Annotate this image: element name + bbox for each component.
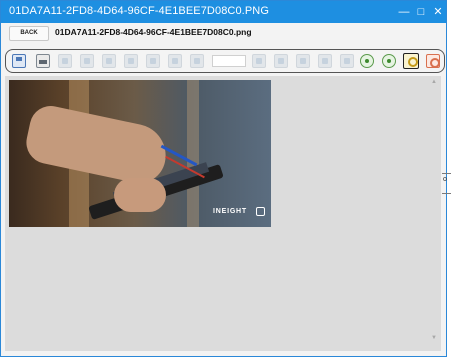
background-window-edge <box>442 173 451 174</box>
title-bar[interactable]: 01DA7A11-2FD8-4D64-96CF-4E1BEE7D08C0.PNG… <box>1 1 446 23</box>
background-window-edge <box>442 193 451 194</box>
watermark-text: INEIGHT <box>213 208 247 215</box>
maximize-button[interactable]: □ <box>413 1 429 23</box>
rotate-right-icon[interactable] <box>382 54 396 68</box>
next-page-icon[interactable] <box>252 54 266 68</box>
watermark-logo-icon <box>256 207 265 216</box>
minimize-button[interactable]: — <box>396 1 412 23</box>
print-icon[interactable] <box>36 54 50 68</box>
background-window-text: o <box>443 176 447 183</box>
zoom-out-icon[interactable] <box>426 54 440 68</box>
viewer-window: 01DA7A11-2FD8-4D64-96CF-4E1BEE7D08C0.PNG… <box>0 0 447 357</box>
viewer-toolbar <box>5 49 445 73</box>
hand-shape <box>114 178 166 212</box>
page-number-input[interactable] <box>212 55 246 67</box>
close-button[interactable]: ✕ <box>430 1 446 23</box>
previous-page-icon[interactable] <box>190 54 204 68</box>
background-beam <box>187 80 199 227</box>
crop-icon[interactable] <box>318 54 332 68</box>
rotate-left-icon[interactable] <box>360 54 374 68</box>
displayed-image: INEIGHT <box>9 80 271 227</box>
refresh-icon[interactable] <box>146 54 160 68</box>
back-button[interactable]: BACK <box>9 26 49 41</box>
window-title: 01DA7A11-2FD8-4D64-96CF-4E1BEE7D08C0.PNG <box>9 5 269 17</box>
annotate-icon[interactable] <box>340 54 354 68</box>
two-page-icon[interactable] <box>80 54 94 68</box>
save-icon[interactable] <box>12 54 26 68</box>
select-tool-icon[interactable] <box>296 54 310 68</box>
last-page-icon[interactable] <box>274 54 288 68</box>
zoom-in-icon[interactable] <box>403 53 419 69</box>
file-name-label: 01DA7A11-2FD8-4D64-96CF-4E1BEE7D08C0.png <box>55 27 252 37</box>
fit-width-icon[interactable] <box>102 54 116 68</box>
fit-page-icon[interactable] <box>124 54 138 68</box>
forearm-shape <box>22 102 172 188</box>
scroll-up-arrow[interactable]: ▲ <box>431 79 437 85</box>
scroll-down-arrow[interactable]: ▼ <box>431 335 437 341</box>
single-page-icon[interactable] <box>58 54 72 68</box>
first-page-icon[interactable] <box>168 54 182 68</box>
